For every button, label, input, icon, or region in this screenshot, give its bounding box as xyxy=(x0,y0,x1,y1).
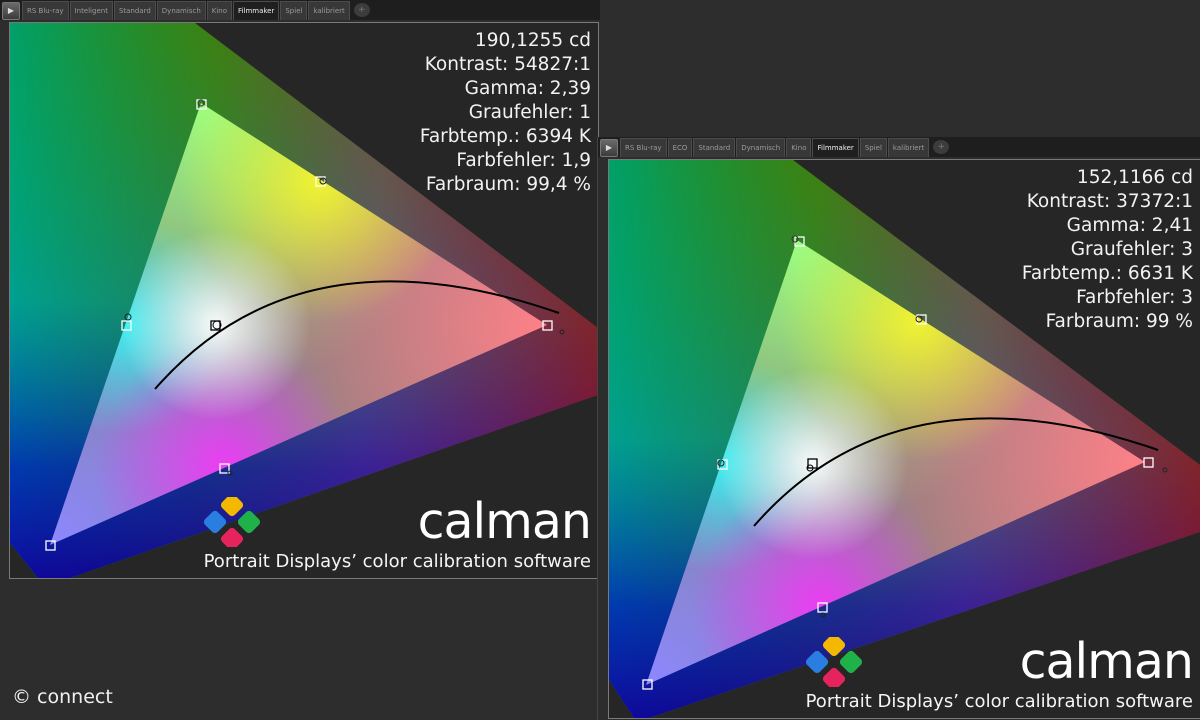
mode-tab-bar: ▶ RS Blu-ray ECO Standard Dynamisch Kino… xyxy=(598,137,1200,157)
brand-tagline: Portrait Displays’ color calibration sof… xyxy=(203,551,591,572)
color-error-value: Farbfehler: 1,9 xyxy=(456,150,591,171)
tab-eco[interactable]: ECO xyxy=(667,138,693,157)
color-space-value: Farbraum: 99,4 % xyxy=(425,174,591,195)
tab-standard[interactable]: Standard xyxy=(113,1,156,20)
color-space-value: Farbraum: 99 % xyxy=(1045,311,1193,332)
calman-wordmark: calman xyxy=(417,493,592,550)
calman-branding: calman Portrait Displays’ color calibrat… xyxy=(805,633,1194,712)
tab-filmmaker[interactable]: Filmmaker xyxy=(233,1,280,20)
mode-tab-bar: ▶ RS Blu-ray Inteligent Standard Dynamis… xyxy=(0,0,600,20)
add-tab-icon[interactable]: + xyxy=(933,140,950,154)
tab-dynamisch[interactable]: Dynamisch xyxy=(736,138,786,157)
play-icon[interactable]: ▶ xyxy=(2,2,20,20)
contrast-value: Kontrast: 37372:1 xyxy=(1026,191,1193,212)
add-tab-icon[interactable]: + xyxy=(353,3,370,17)
calman-logo-icon xyxy=(805,637,862,687)
tab-dynamisch[interactable]: Dynamisch xyxy=(156,1,206,20)
tab-spiel[interactable]: Spiel xyxy=(859,138,887,157)
tab-filmmaker[interactable]: Filmmaker xyxy=(812,138,859,157)
luminance-value: 152,1166 cd xyxy=(1076,167,1193,188)
play-icon[interactable]: ▶ xyxy=(600,139,618,157)
tab-spiel[interactable]: Spiel xyxy=(280,1,308,20)
gray-error-value: Graufehler: 1 xyxy=(468,102,591,123)
tab-inteligent[interactable]: Inteligent xyxy=(69,1,113,20)
gamma-value: Gamma: 2,41 xyxy=(1066,215,1193,236)
photo-credit: © connect xyxy=(12,686,113,708)
color-temp-value: Farbtemp.: 6631 K xyxy=(1021,263,1193,284)
measurement-stats: 190,1255 cd Kontrast: 54827:1 Gamma: 2,3… xyxy=(420,29,591,197)
tab-kalibriert[interactable]: kalibriert xyxy=(308,1,350,20)
tab-kalibriert[interactable]: kalibriert xyxy=(887,138,930,157)
gamma-value: Gamma: 2,39 xyxy=(464,78,591,99)
calman-wordmark: calman xyxy=(1019,633,1194,690)
tab-rs-blu-ray[interactable]: RS Blu-ray xyxy=(22,1,69,20)
contrast-value: Kontrast: 54827:1 xyxy=(424,54,591,75)
color-error-value: Farbfehler: 3 xyxy=(1076,287,1193,308)
luminance-value: 190,1255 cd xyxy=(474,30,591,51)
brand-tagline: Portrait Displays’ color calibration sof… xyxy=(805,691,1193,712)
cie-chromaticity-diagram: 152,1166 cd Kontrast: 37372:1 Gamma: 2,4… xyxy=(608,159,1200,719)
tab-rs-blu-ray[interactable]: RS Blu-ray xyxy=(620,138,667,157)
gray-error-value: Graufehler: 3 xyxy=(1070,239,1193,260)
right-panel: ▶ RS Blu-ray ECO Standard Dynamisch Kino… xyxy=(597,137,1200,720)
tab-kino[interactable]: Kino xyxy=(786,138,812,157)
tab-standard[interactable]: Standard xyxy=(693,138,736,157)
cie-chromaticity-diagram: 190,1255 cd Kontrast: 54827:1 Gamma: 2,3… xyxy=(9,22,599,579)
tab-kino[interactable]: Kino xyxy=(206,1,233,20)
measurement-stats: 152,1166 cd Kontrast: 37372:1 Gamma: 2,4… xyxy=(1022,166,1193,334)
calman-logo-icon xyxy=(203,497,260,547)
calman-branding: calman Portrait Displays’ color calibrat… xyxy=(203,493,592,572)
color-temp-value: Farbtemp.: 6394 K xyxy=(419,126,591,147)
left-panel: ▶ RS Blu-ray Inteligent Standard Dynamis… xyxy=(0,0,600,720)
